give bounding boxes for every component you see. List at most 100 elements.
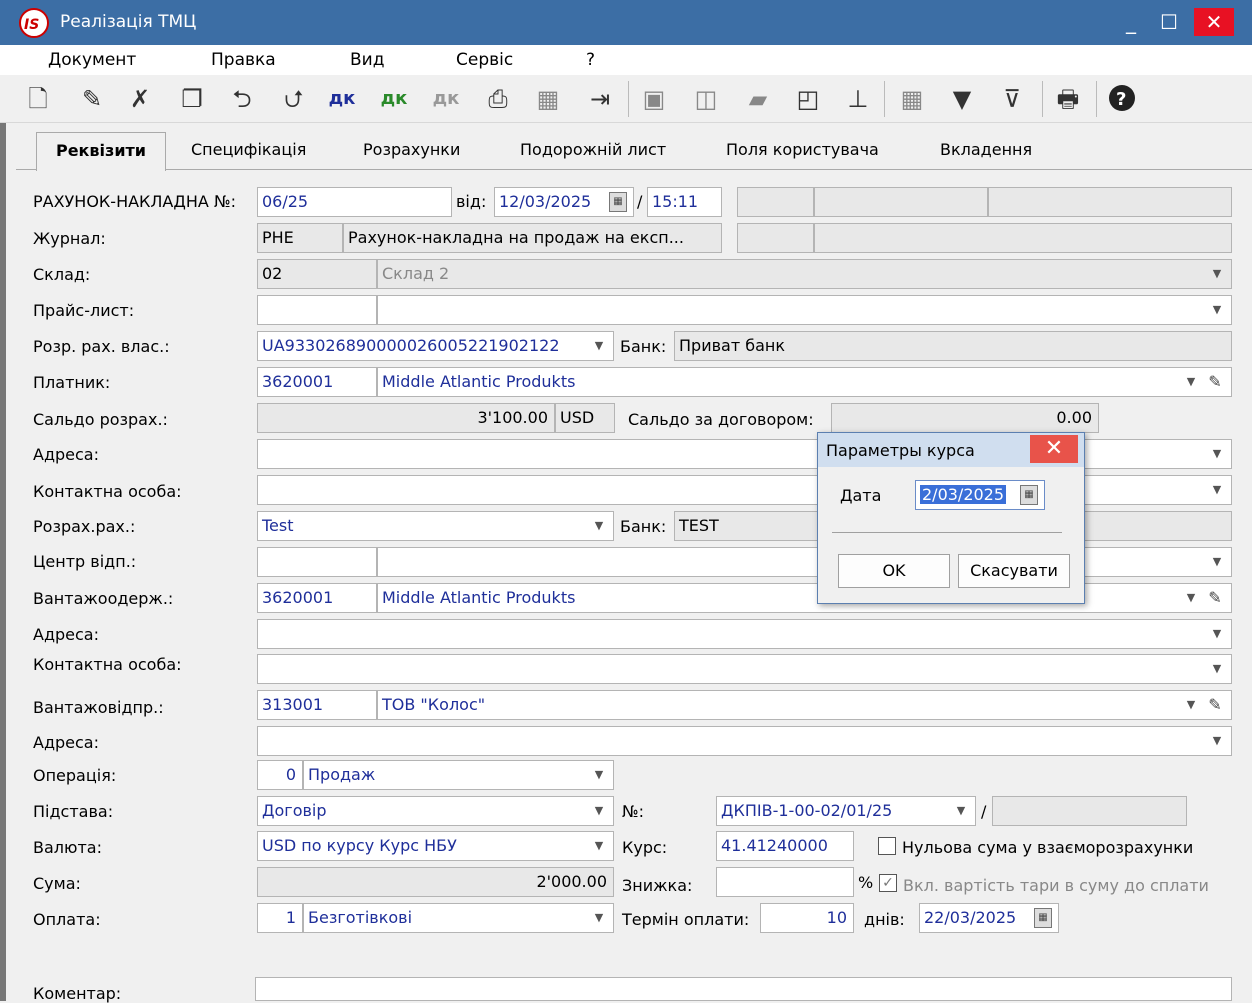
maximize-button[interactable]: ☐ <box>1152 8 1186 36</box>
copy-doc-icon[interactable]: ❐ <box>176 83 208 115</box>
discount-field[interactable] <box>716 867 854 897</box>
operation-code-field[interactable]: 0 <box>257 760 303 790</box>
chevron-down-icon[interactable]: ▼ <box>1210 439 1224 469</box>
rate-field[interactable]: 41.41240000 <box>716 831 854 861</box>
tab-waybill[interactable]: Подорожній лист <box>520 140 666 159</box>
extra-field-1 <box>737 187 814 217</box>
shipper-label: Вантажовідпр.: <box>33 698 164 717</box>
chat-icon[interactable]: ◰ <box>792 83 824 115</box>
consignee-contact-label: Контактна особа: <box>33 655 182 674</box>
center-code-field[interactable] <box>257 547 377 577</box>
menu-document[interactable]: Документ <box>48 50 136 70</box>
consignee-contact-field[interactable] <box>257 654 1232 684</box>
dk-green-icon[interactable]: дк <box>378 83 410 115</box>
new-doc-icon[interactable]: 🗋 <box>22 83 54 115</box>
cancel-button[interactable]: Скасувати <box>958 554 1070 588</box>
chevron-down-icon[interactable]: ▼ <box>1210 475 1224 505</box>
term-days-field[interactable]: 10 <box>760 903 854 933</box>
copy-print-icon[interactable]: ⎙ <box>482 83 514 115</box>
comment-field[interactable] <box>255 977 1232 1001</box>
center-name-field[interactable] <box>377 547 1232 577</box>
operation-name-field[interactable]: Продаж <box>303 760 614 790</box>
chevron-down-icon[interactable]: ▼ <box>1184 367 1198 397</box>
grid-icon[interactable]: ▦ <box>896 83 928 115</box>
payment-name-field[interactable]: Безготівкові <box>303 903 614 933</box>
edit-doc-icon[interactable]: ✎ <box>76 83 108 115</box>
basis-field[interactable]: Договір <box>257 796 614 826</box>
print-icon[interactable]: 🖶 <box>1052 83 1084 115</box>
help-icon[interactable]: ? <box>1106 83 1138 115</box>
payment-code-field[interactable]: 1 <box>257 903 303 933</box>
menu-service[interactable]: Сервіс <box>456 50 513 70</box>
consignee-address-field[interactable] <box>257 619 1232 649</box>
chevron-down-icon[interactable]: ▼ <box>1184 583 1198 613</box>
invoice-time-field[interactable]: 15:11 <box>647 187 722 217</box>
tab-settlements[interactable]: Розрахунки <box>363 140 460 159</box>
chevron-down-icon[interactable]: ▼ <box>1210 259 1224 289</box>
dialog-divider <box>832 532 1062 533</box>
menu-view[interactable]: Вид <box>350 50 384 70</box>
chevron-down-icon[interactable]: ▼ <box>1210 295 1224 325</box>
calendar-icon[interactable]: ▦ <box>1034 908 1052 928</box>
chevron-down-icon[interactable]: ▼ <box>592 760 606 790</box>
invoice-no-field[interactable]: 06/25 <box>257 187 452 217</box>
close-button[interactable]: ✕ <box>1194 8 1234 36</box>
minimize-button[interactable]: _ <box>1114 8 1148 36</box>
chevron-down-icon[interactable]: ▼ <box>954 796 968 826</box>
payer-name-field[interactable]: Middle Atlantic Produkts <box>377 367 1232 397</box>
shipper-name-field[interactable]: ТОВ "Колос" <box>377 690 1232 720</box>
chevron-down-icon[interactable]: ▼ <box>1184 690 1198 720</box>
own-account-field[interactable]: UA933026890000026005221902122 <box>257 331 614 361</box>
delete-doc-icon[interactable]: ✗ <box>124 83 156 115</box>
settle-account-field[interactable]: Test <box>257 511 614 541</box>
chevron-down-icon[interactable]: ▼ <box>1210 726 1224 756</box>
calendar-icon[interactable]: ▦ <box>609 192 627 212</box>
ok-button[interactable]: OK <box>838 554 950 588</box>
shipper-code-field[interactable]: 313001 <box>257 690 377 720</box>
exit-doc-icon[interactable]: ⇥ <box>584 83 616 115</box>
menu-edit[interactable]: Правка <box>211 50 276 70</box>
filter-icon[interactable]: ▼ <box>946 83 978 115</box>
chevron-down-icon[interactable]: ▼ <box>592 831 606 861</box>
pricelist-name-field[interactable] <box>377 295 1232 325</box>
chevron-down-icon[interactable]: ▼ <box>592 331 606 361</box>
dk-icon[interactable]: дк <box>326 83 358 115</box>
tab-specification[interactable]: Специфікація <box>191 140 306 159</box>
payer-code-field[interactable]: 3620001 <box>257 367 377 397</box>
pencil-icon[interactable]: ✎ <box>1206 690 1224 720</box>
book-icon[interactable]: ◫ <box>690 83 722 115</box>
contract-no-field[interactable]: ДКПІВ-1-00-02/01/25 <box>716 796 976 826</box>
pricelist-code-field[interactable] <box>257 295 377 325</box>
currency-field[interactable]: USD по курсу Курс НБУ <box>257 831 614 861</box>
doc-import-icon[interactable]: ⮌ <box>226 83 258 115</box>
chevron-down-icon[interactable]: ▼ <box>592 511 606 541</box>
chevron-down-icon[interactable]: ▼ <box>592 903 606 933</box>
dialog-close-button[interactable]: ✕ <box>1030 435 1078 463</box>
payer-contact-field[interactable] <box>257 475 1232 505</box>
doc-export-icon[interactable]: ⮍ <box>278 83 310 115</box>
calendar-icon[interactable]: ▦ <box>1020 485 1038 505</box>
consignee-code-field[interactable]: 3620001 <box>257 583 377 613</box>
tab-user-fields[interactable]: Поля користувача <box>726 140 879 159</box>
tab-attachments[interactable]: Вкладення <box>940 140 1032 159</box>
chevron-down-icon[interactable]: ▼ <box>1210 547 1224 577</box>
folder-icon[interactable]: ▰ <box>742 83 774 115</box>
pencil-icon[interactable]: ✎ <box>1206 367 1224 397</box>
dk-grey-icon[interactable]: дк <box>430 83 462 115</box>
menu-help[interactable]: ? <box>586 50 595 70</box>
balance-field: 3'100.00 <box>257 403 555 433</box>
excel-icon[interactable]: ▦ <box>532 83 564 115</box>
shipper-address-field[interactable] <box>257 726 1232 756</box>
chevron-down-icon[interactable]: ▼ <box>1210 619 1224 649</box>
clear-filter-icon[interactable]: ⊽ <box>996 83 1028 115</box>
save-icon[interactable]: ▣ <box>638 83 670 115</box>
payer-address-field[interactable] <box>257 439 1232 469</box>
tare-checkbox[interactable]: ✓ <box>879 874 897 892</box>
tree-icon[interactable]: ⊥ <box>842 83 874 115</box>
pencil-icon[interactable]: ✎ <box>1206 583 1224 613</box>
zero-sum-checkbox[interactable] <box>878 837 896 855</box>
chevron-down-icon[interactable]: ▼ <box>1210 654 1224 684</box>
tab-requisites[interactable]: Реквізити <box>36 132 166 171</box>
consignee-name-field[interactable]: Middle Atlantic Produkts <box>377 583 1232 613</box>
chevron-down-icon[interactable]: ▼ <box>592 796 606 826</box>
